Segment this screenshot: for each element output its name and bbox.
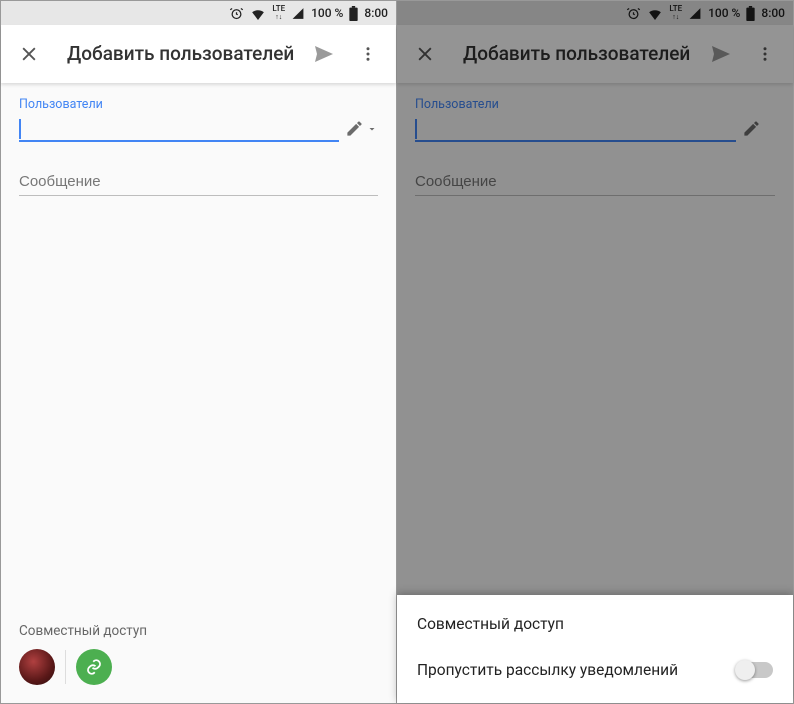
- wifi-icon: [250, 7, 266, 20]
- users-field-label: Пользователи: [19, 97, 378, 112]
- signal-icon: [688, 7, 702, 20]
- app-bar: Добавить пользователей: [397, 25, 793, 83]
- users-field-label: Пользователи: [415, 97, 775, 112]
- overflow-menu-button[interactable]: [350, 36, 386, 72]
- alarm-icon: [229, 6, 244, 21]
- close-button[interactable]: [407, 36, 443, 72]
- shared-user-avatar[interactable]: [19, 649, 55, 685]
- users-input[interactable]: [415, 114, 736, 142]
- clock-time: 8:00: [761, 6, 785, 20]
- page-title: Добавить пользователей: [451, 44, 695, 65]
- sheet-item-label: Совместный доступ: [417, 615, 564, 633]
- page-title: Добавить пользователей: [55, 44, 298, 65]
- alarm-icon: [626, 6, 641, 21]
- sheet-item-skip-notifications[interactable]: Пропустить рассылку уведомлений: [397, 647, 793, 693]
- shared-access-label: Совместный доступ: [19, 623, 378, 639]
- screen-left: LTE↑↓ 100 % 8:00 Добавить пользователей: [1, 1, 397, 703]
- send-button[interactable]: [703, 36, 739, 72]
- screen-right: LTE↑↓ 100 % 8:00 Добавить пользователей: [397, 1, 793, 703]
- content-area: Пользователи: [397, 83, 793, 196]
- network-lte-icon: LTE↑↓: [669, 5, 682, 21]
- message-input[interactable]: [415, 168, 775, 196]
- permission-dropdown[interactable]: [345, 119, 378, 142]
- send-button[interactable]: [306, 36, 342, 72]
- battery-percent: 100 %: [311, 6, 343, 20]
- battery-icon: [349, 6, 358, 21]
- pencil-icon: [742, 119, 761, 138]
- app-bar: Добавить пользователей: [1, 25, 396, 83]
- pencil-icon: [345, 119, 364, 138]
- close-button[interactable]: [11, 36, 47, 72]
- sheet-item-label: Пропустить рассылку уведомлений: [417, 661, 678, 679]
- divider: [65, 650, 66, 684]
- skip-notifications-switch[interactable]: [737, 662, 773, 678]
- message-input[interactable]: [19, 168, 378, 196]
- link-share-button[interactable]: [76, 649, 112, 685]
- overflow-menu-button[interactable]: [747, 36, 783, 72]
- chevron-down-icon: [366, 123, 378, 135]
- content-area: Пользователи: [1, 83, 396, 196]
- status-bar: LTE↑↓ 100 % 8:00: [397, 1, 793, 25]
- link-icon: [85, 658, 103, 676]
- battery-percent: 100 %: [708, 6, 740, 20]
- chevron-down-icon: [763, 123, 775, 135]
- users-input[interactable]: [19, 114, 339, 142]
- wifi-icon: [647, 7, 663, 20]
- clock-time: 8:00: [364, 6, 388, 20]
- status-bar: LTE↑↓ 100 % 8:00: [1, 1, 396, 25]
- bottom-bar: Совместный доступ: [1, 609, 396, 703]
- permission-dropdown[interactable]: [742, 119, 775, 142]
- bottom-sheet: Совместный доступ Пропустить рассылку ув…: [397, 595, 793, 703]
- network-lte-icon: LTE↑↓: [272, 5, 285, 21]
- battery-icon: [746, 6, 755, 21]
- signal-icon: [291, 7, 305, 20]
- sheet-item-shared-access[interactable]: Совместный доступ: [397, 601, 793, 647]
